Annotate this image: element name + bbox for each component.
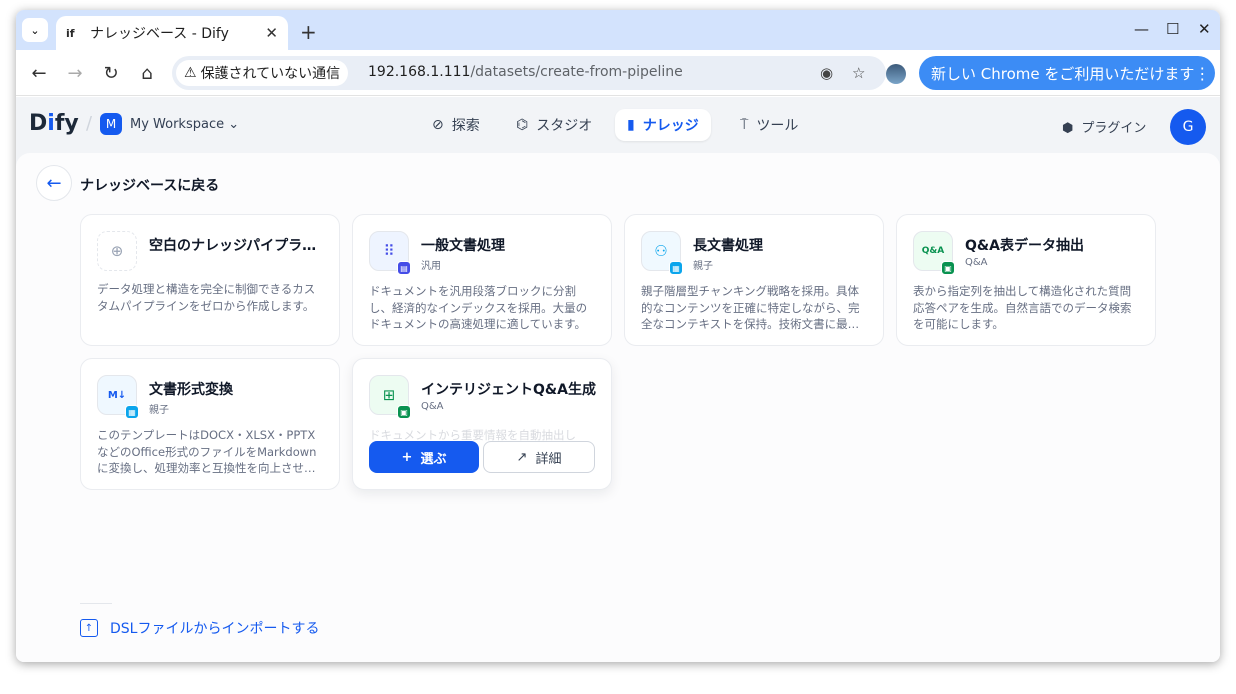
browser-tab[interactable]: if ナレッジベース - Dify ✕ [56,16,288,50]
card-title: Q&A表データ抽出 [965,238,1084,254]
top-nav: Dify / M My Workspace ⌄ ⊘ 探索 ⌬ スタジオ ▮ ナレッジ … [16,97,1220,153]
card-description: データ処理と構造を完全に制御できるカスタムパイプラインをゼロから作成します。 [97,282,316,313]
tab-search-button[interactable]: ⌄ [22,18,48,42]
favicon: if [66,26,75,40]
card-tag: 汎用 [421,261,441,272]
file-upload-icon: ↑ [80,619,98,637]
divider [80,603,112,604]
minimize-icon[interactable]: — [1134,20,1149,38]
warning-icon: ⚠ [184,65,197,81]
nav-tools[interactable]: ⍑ ツール [728,109,810,141]
profile-icon[interactable] [886,64,906,84]
card-tag: Q&A [965,257,988,268]
card-tag: 親子 [149,405,169,416]
card-title: 文書形式変換 [149,382,233,398]
browser-window: ⌄ if ナレッジベース - Dify ✕ + — ☐ ✕ ← → ↻ ⌂ ⚠ … [16,10,1220,662]
workspace-name: My Workspace [130,117,225,132]
card-description: 親子階層型チャンキング戦略を採用。具体的なコンテンツを正確に特定しながら、完全な… [641,284,860,331]
back-icon[interactable]: ← [28,62,50,84]
promo-label: 新しい Chrome をご利用いただけます [931,64,1195,83]
url-path: /datasets/create-from-pipeline [470,64,683,80]
template-card-general[interactable]: ⠿ ▤ 一般文書処理 汎用 ドキュメントを汎用段落ブロックに分割し、経済的なイン… [352,214,612,346]
arrow-up-right-icon: ↗ [516,449,528,465]
template-card-convert[interactable]: M↓ ▦ 文書形式変換 親子 このテンプレートはDOCX・XLSX・PPTXなど… [80,358,340,490]
template-card-qa-gen[interactable]: ⊞ ▣ インテリジェントQ&A生成 Q&A ドキュメントから重要情報を自動抽出し… [352,358,612,490]
separator: / [86,113,93,134]
import-dsl-button[interactable]: ↑ DSLファイルからインポートする [80,618,319,638]
chevron-down-icon: ⌄ [228,117,240,132]
chrome-update-button[interactable]: 新しい Chrome をご利用いただけます ⋮ [919,56,1215,90]
select-button[interactable]: + 選ぶ [369,441,479,473]
card-description: このテンプレートはDOCX・XLSX・PPTXなどのOffice形式のファイルを… [97,428,317,475]
back-button[interactable]: ← [36,165,72,201]
address-bar[interactable]: ⚠ 保護されていない通信 192.168.1.111/datasets/crea… [172,56,886,90]
book-icon: ▮ [627,117,635,133]
template-card-qa-table[interactable]: Q&A ▣ Q&A表データ抽出 Q&A 表から指定列を抽出して構造化された質問応… [896,214,1156,346]
template-card-blank[interactable]: ⊕ 空白のナレッジパイプライン データ処理と構造を完全に制御できるカスタムパイプ… [80,214,340,346]
card-tag: 親子 [693,261,713,272]
back-label: ナレッジベースに戻る [80,178,220,194]
plus-icon: ⊕ [97,231,137,271]
chevron-down-icon: ⌄ [30,23,40,37]
card-title: 長文書処理 [693,238,763,254]
star-icon[interactable]: ☆ [852,64,865,82]
nav-studio[interactable]: ⌬ スタジオ [504,109,604,141]
security-chip[interactable]: ⚠ 保護されていない通信 [176,60,349,86]
workspace-selector[interactable]: My Workspace ⌄ [130,117,239,132]
card-description: ドキュメントを汎用段落ブロックに分割し、経済的なインデックスを採用。大量のドキュ… [369,284,588,331]
more-icon[interactable]: ⋮ [1194,64,1210,83]
reload-icon[interactable]: ↻ [100,62,122,84]
chunk-badge-icon: ▤ [397,261,411,275]
workspace-badge[interactable]: M [100,113,122,135]
qa-badge-icon: ▣ [397,405,411,419]
plus-icon: + [401,449,413,465]
nav-knowledge[interactable]: ▮ ナレッジ [615,109,711,141]
dify-app: Dify / M My Workspace ⌄ ⊘ 探索 ⌬ スタジオ ▮ ナレッジ … [16,97,1220,662]
parent-child-badge-icon: ▦ [669,261,683,275]
nav-explore[interactable]: ⊘ 探索 [420,109,492,141]
home-icon[interactable]: ⌂ [136,62,158,84]
security-label: 保護されていない通信 [200,66,341,82]
card-title: 一般文書処理 [421,238,505,254]
hammer-icon: ⍑ [740,117,749,133]
card-title: インテリジェントQ&A生成 [421,382,596,398]
arrow-left-icon: ← [46,172,62,194]
browser-toolbar: ← → ↻ ⌂ ⚠ 保護されていない通信 192.168.1.111/datas… [16,50,1220,96]
eye-icon[interactable]: ◉ [820,64,833,82]
card-title: 空白のナレッジパイプライン [149,238,329,254]
maximize-icon[interactable]: ☐ [1166,20,1179,38]
compass-icon: ⊘ [432,117,444,133]
avatar[interactable]: G [1170,109,1206,145]
dify-logo[interactable]: Dify [29,111,79,136]
forward-icon[interactable]: → [64,62,86,84]
tab-strip: ⌄ if ナレッジベース - Dify ✕ + — ☐ ✕ [16,10,1220,50]
url-host: 192.168.1.111 [368,64,471,80]
import-label: DSLファイルからインポートする [110,621,320,637]
new-tab-button[interactable]: + [300,20,317,44]
cube-icon: ⬢ [1062,121,1074,136]
url-text[interactable]: 192.168.1.111/datasets/create-from-pipel… [368,64,683,80]
parent-child-badge-icon: ▦ [125,405,139,419]
card-description: 表から指定列を抽出して構造化された質問応答ペアを生成。自然言語でのデータ検索を可… [913,284,1132,331]
card-tag: Q&A [421,401,444,412]
plugin-button[interactable]: ⬢ プラグイン [1062,117,1146,136]
detail-button[interactable]: ↗ 詳細 [483,441,595,473]
close-window-icon[interactable]: ✕ [1198,20,1211,38]
qa-badge-icon: ▣ [941,261,955,275]
robot-icon: ⌬ [516,117,529,133]
close-icon[interactable]: ✕ [265,24,278,42]
tab-title: ナレッジベース - Dify [90,26,229,42]
main-panel: ← ナレッジベースに戻る ⊕ 空白のナレッジパイプライン データ処理と構造を完全… [16,153,1220,662]
template-card-long-doc[interactable]: ⚇ ▦ 長文書処理 親子 親子階層型チャンキング戦略を採用。具体的なコンテンツを… [624,214,884,346]
